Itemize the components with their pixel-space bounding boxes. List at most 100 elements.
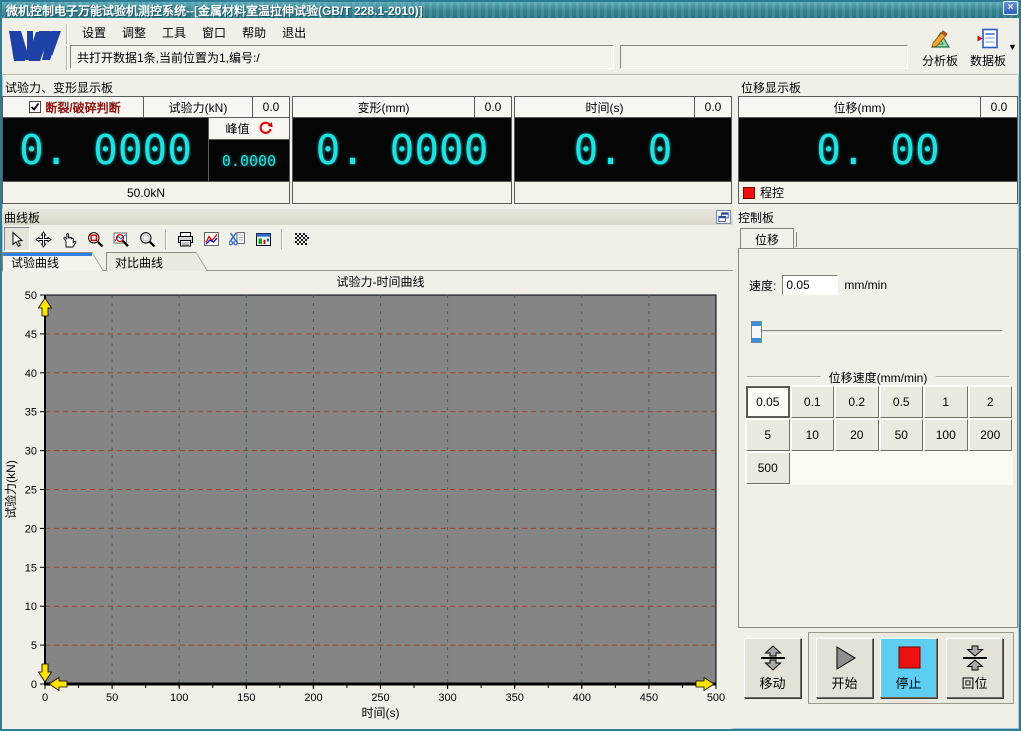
fracture-detect-label: 断裂/破碎判断 — [45, 99, 120, 116]
speed-preset-10[interactable]: 10 — [791, 419, 835, 451]
menu-item-1[interactable]: 调整 — [114, 22, 154, 43]
speed-preset-50[interactable]: 50 — [880, 419, 924, 451]
curve-toolbar — [2, 226, 733, 252]
panel-window-tool-button[interactable] — [250, 227, 276, 251]
menu-item-5[interactable]: 退出 — [274, 22, 314, 43]
return-converge-icon — [960, 645, 990, 671]
svg-text:350: 350 — [506, 692, 524, 704]
force-time-chart: 试验力-时间曲线05010015020025030035040045050005… — [2, 272, 732, 729]
speed-group: 位移速度(mm/min) — [747, 369, 1009, 383]
window-title: 微机控制电子万能试验机测控系统--[金属材料室温拉伸试验(GB/T 228.1-… — [6, 2, 423, 19]
displacement-display-unit: 位移(mm) 0.0 0. 00 程控 — [738, 96, 1018, 204]
curve-settings-icon — [203, 231, 220, 248]
select-arrow-icon — [9, 231, 26, 248]
speed-preset-0.2[interactable]: 0.2 — [835, 386, 879, 418]
zoom-curve-tool-button[interactable] — [108, 227, 134, 251]
speed-preset-200[interactable]: 200 — [969, 419, 1013, 451]
status-box-primary: 共打开数据1条,当前位置为1,编号:/ — [70, 45, 614, 69]
toolbar-separator — [165, 229, 167, 249]
hand-pan-tool-button[interactable] — [56, 227, 82, 251]
speed-preset-2[interactable]: 2 — [969, 386, 1013, 418]
svg-text:25: 25 — [25, 485, 37, 497]
data-panel-document-icon — [976, 27, 1000, 51]
float-window-icon — [718, 212, 729, 223]
select-arrow-tool-button[interactable] — [4, 227, 30, 251]
speed-slider[interactable] — [751, 321, 1003, 343]
speed-input[interactable] — [782, 275, 838, 295]
start-button[interactable]: 开始 — [816, 638, 873, 698]
time-footer — [515, 181, 731, 203]
svg-text:试验力-时间曲线: 试验力-时间曲线 — [337, 274, 425, 289]
force-header: 试验力(kN) — [144, 97, 253, 117]
speed-preset-0.05[interactable]: 0.05 — [746, 386, 790, 418]
magnifier-tool-button[interactable] — [134, 227, 160, 251]
check-icon — [30, 102, 40, 112]
svg-text:400: 400 — [573, 692, 591, 704]
printer-tool-button[interactable] — [172, 227, 198, 251]
tab-test-curve[interactable]: 试验曲线 — [2, 252, 104, 271]
menu-bar: 设置调整工具窗口帮助退出 — [74, 22, 314, 42]
curve-panel-float-button[interactable] — [716, 210, 731, 224]
active-tab-stripe — [3, 253, 92, 256]
copy-curve-icon — [229, 231, 246, 248]
brand-logo-icon — [6, 26, 64, 66]
data-panel-button[interactable]: 数据板 — [964, 27, 1012, 71]
move-button[interactable]: 移动 — [744, 638, 801, 698]
deform-header: 变形(mm) — [293, 97, 475, 117]
stop-button-label: 停止 — [895, 673, 921, 692]
speed-slider-track[interactable] — [751, 330, 1003, 334]
speed-preset-1[interactable]: 1 — [924, 386, 968, 418]
peak-label: 峰值 — [225, 120, 249, 137]
return-button[interactable]: 回位 — [946, 638, 1003, 698]
toolbar-dropdown-arrow[interactable]: ▼ — [1008, 42, 1017, 52]
svg-text:15: 15 — [25, 562, 37, 574]
svg-text:10: 10 — [25, 601, 37, 613]
hand-pan-icon — [61, 231, 78, 248]
control-page: 速度: mm/min 位移速度(mm/min) 0.050.10.20.5125… — [738, 248, 1018, 628]
menu-item-3[interactable]: 窗口 — [194, 22, 234, 43]
deformation-display-unit: 变形(mm) 0.0 0. 0000 — [292, 96, 512, 204]
speed-slider-thumb[interactable] — [751, 321, 762, 343]
move-crosshair-tool-button[interactable] — [30, 227, 56, 251]
tab-displacement-control[interactable]: 位移 — [740, 228, 794, 249]
svg-text:时间(s): 时间(s) — [362, 706, 400, 720]
speed-preset-0.5[interactable]: 0.5 — [880, 386, 924, 418]
stop-button[interactable]: 停止 — [880, 638, 937, 698]
speed-unit-label: mm/min — [844, 278, 887, 292]
svg-text:5: 5 — [31, 640, 37, 652]
analysis-panel-button[interactable]: 分析板 — [916, 27, 964, 71]
menu-item-4[interactable]: 帮助 — [234, 22, 274, 43]
zoom-region-tool-button[interactable] — [82, 227, 108, 251]
fracture-detect-option[interactable]: 断裂/破碎判断 — [3, 97, 144, 117]
displacement-badge: 0.0 — [981, 97, 1017, 117]
speed-preset-100[interactable]: 100 — [924, 419, 968, 451]
panel-window-icon — [255, 231, 272, 248]
speed-preset-5[interactable]: 5 — [746, 419, 790, 451]
copy-curve-tool-button[interactable] — [224, 227, 250, 251]
display-panel-title: 试验力、变形显示板 — [5, 79, 113, 96]
speed-preset-20[interactable]: 20 — [835, 419, 879, 451]
close-button[interactable]: × — [1003, 1, 1018, 15]
svg-text:50: 50 — [106, 692, 118, 704]
program-control-indicator — [743, 187, 755, 199]
menu-item-0[interactable]: 设置 — [74, 22, 114, 43]
fracture-detect-checkbox[interactable] — [29, 101, 41, 113]
app-window: 微机控制电子万能试验机测控系统--[金属材料室温拉伸试验(GB/T 228.1-… — [0, 0, 1021, 731]
peak-reset-icon[interactable] — [258, 121, 273, 136]
displacement-panel-title: 位移显示板 — [741, 79, 801, 96]
return-button-label: 回位 — [961, 673, 987, 692]
data-grid-icon — [293, 231, 310, 248]
divider — [2, 74, 1019, 76]
curve-settings-tool-button[interactable] — [198, 227, 224, 251]
time-header: 时间(s) — [515, 97, 695, 117]
status-box-secondary — [620, 45, 908, 69]
speed-preset-0.1[interactable]: 0.1 — [791, 386, 835, 418]
speed-preset-500[interactable]: 500 — [746, 452, 790, 484]
deform-footer — [293, 181, 511, 203]
stop-square-icon — [894, 645, 924, 671]
menu-item-2[interactable]: 工具 — [154, 22, 194, 43]
svg-text:100: 100 — [170, 692, 188, 704]
data-grid-tool-button[interactable] — [288, 227, 314, 251]
force-display-unit: 断裂/破碎判断 试验力(kN) 0.0 0. 0000 峰值 0.0000 50… — [2, 96, 290, 204]
tab-compare-curve[interactable]: 对比曲线 — [106, 252, 208, 271]
